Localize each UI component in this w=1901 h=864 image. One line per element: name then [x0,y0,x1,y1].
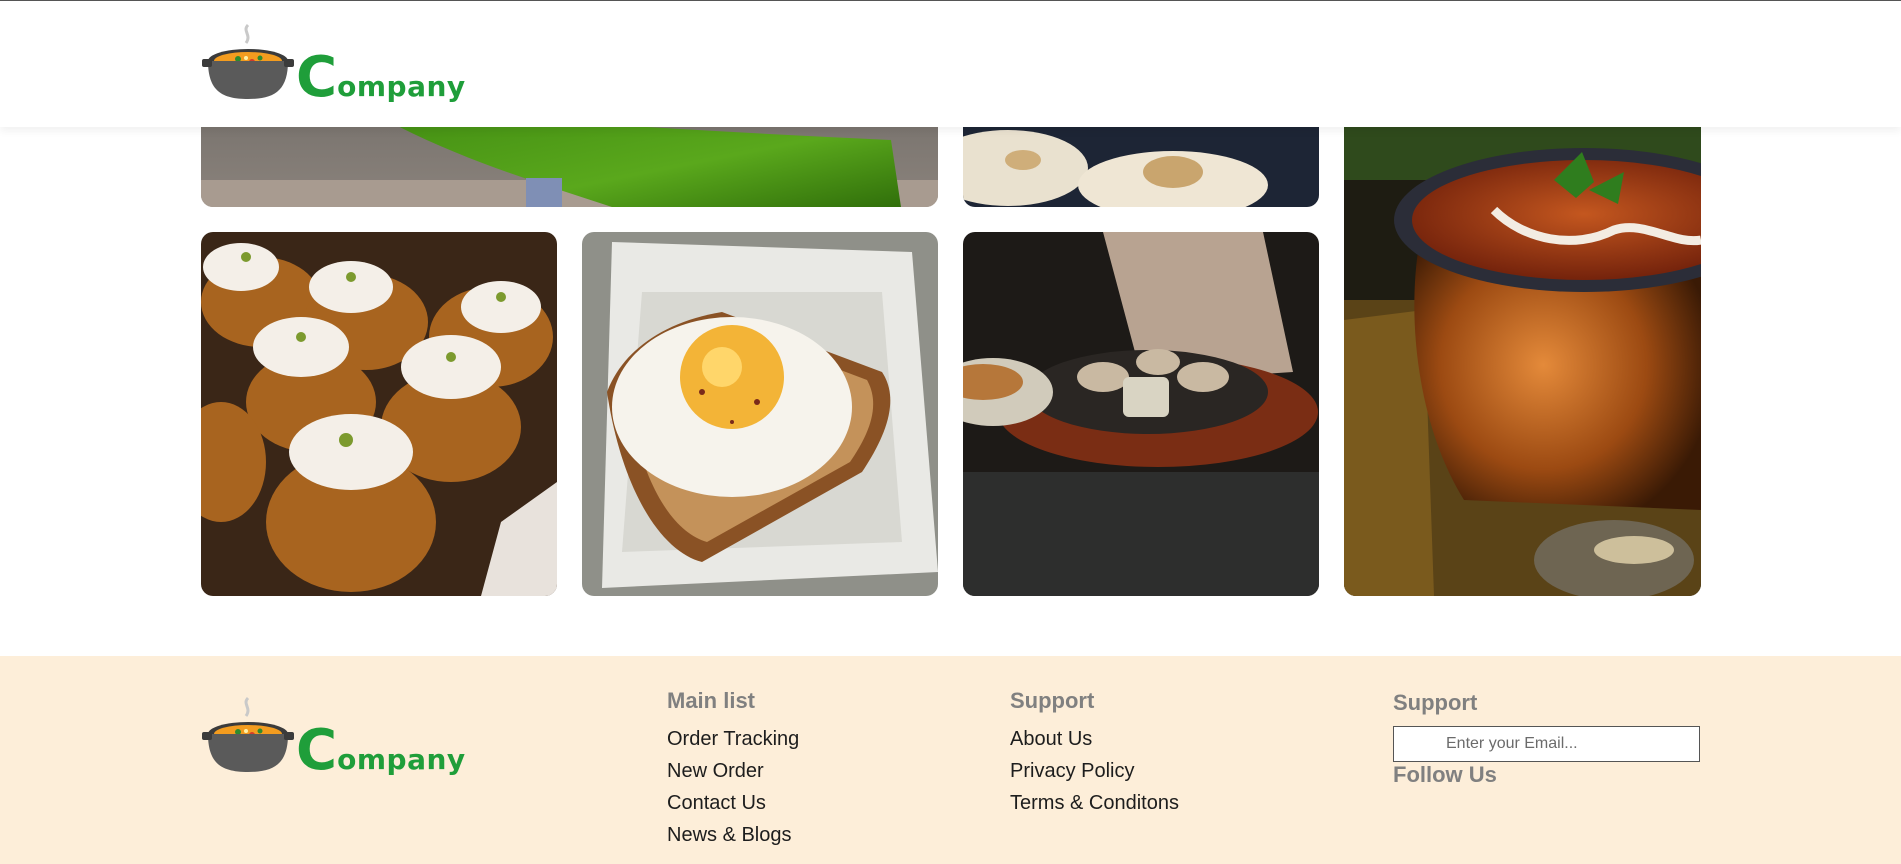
footer-logo[interactable]: Company [202,694,466,783]
brand-name: Company [296,717,466,783]
header-logo[interactable]: Company [202,21,466,110]
link-terms-conditions[interactable]: Terms & Conditons [1010,792,1179,814]
gallery-image-sizzler[interactable] [963,232,1319,596]
link-privacy-policy[interactable]: Privacy Policy [1010,760,1134,782]
brand-name-initial: C [296,717,338,783]
site-footer: Company Main list Order Tracking New Ord… [0,656,1901,864]
subscribe-heading: Support [1393,690,1478,715]
brand-name-initial: C [296,44,338,110]
soup-pot-icon [202,23,294,99]
footer-main-list: Main list Order Tracking New Order Conta… [667,688,799,856]
brand-name: Company [296,44,466,110]
soup-pot-icon [202,696,294,772]
link-order-tracking[interactable]: Order Tracking [667,728,799,750]
footer-subscribe: Support Follow Us [1393,690,1700,798]
gallery-image-egg-toast[interactable] [582,232,938,596]
link-new-order[interactable]: New Order [667,760,764,782]
brand-name-rest: ompany [337,743,466,776]
link-news-blogs[interactable]: News & Blogs [667,824,792,846]
follow-us-heading: Follow Us [1393,762,1497,787]
link-contact-us[interactable]: Contact Us [667,792,766,814]
email-field-wrapper [1393,726,1700,762]
main-list-heading: Main list [667,688,756,713]
link-about-us[interactable]: About Us [1010,728,1092,750]
email-input[interactable] [1394,734,1699,754]
footer-support-list: Support About Us Privacy Policy Terms & … [1010,688,1179,824]
gallery-image-cupcakes[interactable] [201,232,557,596]
site-header: Company [0,0,1901,127]
brand-name-rest: ompany [337,70,466,103]
support-heading: Support [1010,688,1095,713]
gallery-image-curry-pot[interactable] [1344,60,1701,596]
